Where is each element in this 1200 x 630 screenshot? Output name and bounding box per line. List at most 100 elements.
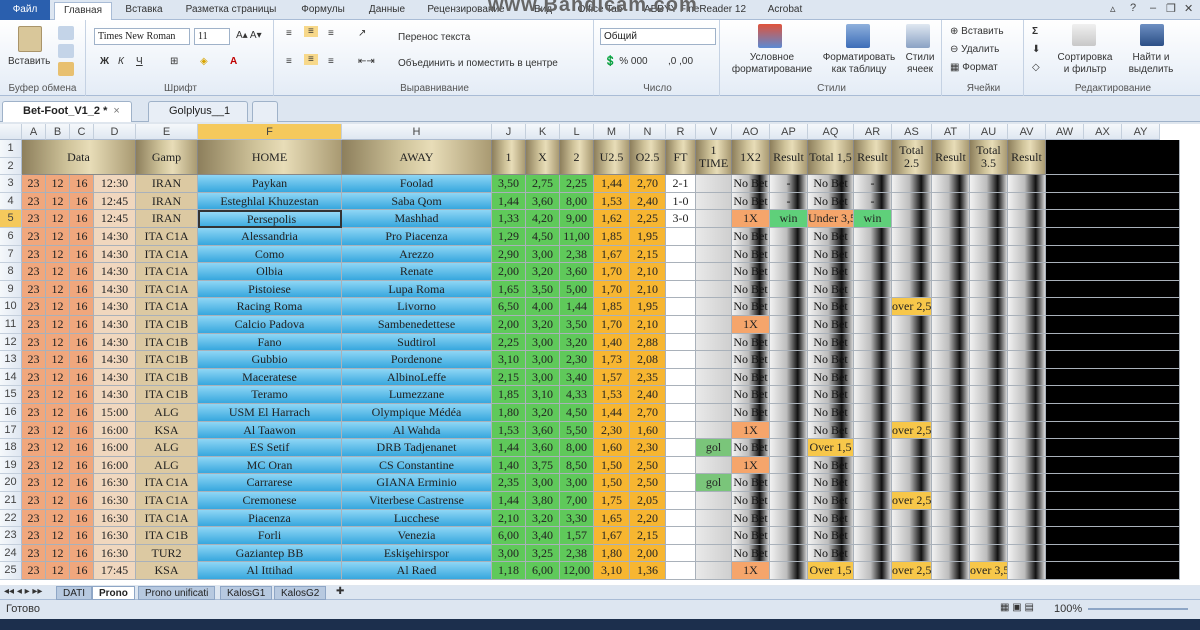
cell-total-35[interactable]: [970, 492, 1008, 510]
cell-home-team[interactable]: Persepolis: [198, 210, 342, 228]
cell-year[interactable]: 16: [70, 210, 94, 228]
cell-home-team[interactable]: Pistoiese: [198, 280, 342, 299]
cell-league[interactable]: ITA C1A: [136, 509, 198, 528]
cell-result[interactable]: [854, 368, 892, 387]
cell-month[interactable]: 12: [46, 192, 70, 211]
cell-styles-icon[interactable]: [906, 24, 930, 48]
cell-away-team[interactable]: DRB Tadjenanet: [342, 439, 492, 457]
decimal-icon[interactable]: ,0 ,00: [668, 56, 693, 67]
cell-time[interactable]: 14:30: [94, 316, 136, 334]
cell-total-15[interactable]: No Bet: [808, 368, 854, 387]
cell-over-25[interactable]: 2,70: [630, 404, 666, 422]
cell-odd-2[interactable]: 12,00: [560, 562, 594, 580]
cell-month[interactable]: 12: [46, 421, 70, 440]
cell-over-25[interactable]: 2,15: [630, 245, 666, 264]
cell-result[interactable]: [932, 474, 970, 492]
cell-total-15[interactable]: No Bet: [808, 509, 854, 528]
cell-month[interactable]: 12: [46, 492, 70, 510]
cell-total-25[interactable]: [892, 439, 932, 457]
find-select-button[interactable]: Найти и выделить: [1122, 52, 1180, 76]
cell-result[interactable]: [854, 509, 892, 528]
cell-month[interactable]: 12: [46, 527, 70, 545]
cell-total-15[interactable]: No Bet: [808, 245, 854, 264]
cell-total-35[interactable]: [970, 316, 1008, 334]
delete-cells-button[interactable]: ⊖ Удалить: [950, 44, 999, 55]
cell-result[interactable]: [1008, 368, 1046, 387]
format-table-icon[interactable]: [846, 24, 870, 48]
cell-league[interactable]: ITA C1A: [136, 245, 198, 264]
cell-result[interactable]: [932, 316, 970, 334]
cell-1x2[interactable]: No Bet: [732, 386, 770, 404]
cell-over-25[interactable]: 2,10: [630, 263, 666, 281]
cell-total-25[interactable]: [892, 474, 932, 492]
cell-home-team[interactable]: Alessandria: [198, 228, 342, 246]
cell-1x2[interactable]: No Bet: [732, 368, 770, 387]
cell-month[interactable]: 12: [46, 456, 70, 475]
cell-odd-x[interactable]: 3,50: [526, 280, 560, 299]
clear-icon[interactable]: ◇: [1032, 62, 1040, 73]
cell-time[interactable]: 16:30: [94, 527, 136, 545]
cell-result[interactable]: [932, 404, 970, 422]
cell-time[interactable]: 16:30: [94, 474, 136, 492]
cell-odd-x[interactable]: 6,00: [526, 562, 560, 580]
cell-day[interactable]: 23: [22, 192, 46, 211]
cell-total-15[interactable]: Under 3,5: [808, 210, 854, 228]
cell-1-time[interactable]: [696, 509, 732, 528]
align-top-icon[interactable]: ≡: [286, 28, 292, 39]
cell-under-25[interactable]: 1,62: [594, 210, 630, 228]
cell-day[interactable]: 23: [22, 492, 46, 510]
cell-away-team[interactable]: Renate: [342, 263, 492, 281]
cell-day[interactable]: 23: [22, 456, 46, 475]
cell-total-35[interactable]: [970, 192, 1008, 211]
cell-result[interactable]: [1008, 474, 1046, 492]
spreadsheet-grid[interactable]: A B C D E F H J K L M N R V AO AP AQ AR AS AT AU AV AW AX AY 1 2 Da…: [0, 124, 1200, 585]
cell-over-25[interactable]: 1,95: [630, 298, 666, 316]
row-header[interactable]: 23: [0, 527, 22, 545]
cell-result[interactable]: [932, 333, 970, 352]
cell-under-25[interactable]: 1,50: [594, 456, 630, 475]
tab-acrobat[interactable]: Acrobat: [760, 2, 810, 20]
cell-away-team[interactable]: Eskişehirspor: [342, 544, 492, 563]
cell-1-time[interactable]: [696, 316, 732, 334]
cell-odd-1[interactable]: 2,15: [492, 368, 526, 387]
column-header[interactable]: AW: [1046, 124, 1084, 140]
cell-odd-2[interactable]: 8,50: [560, 456, 594, 475]
cell-total-25[interactable]: [892, 456, 932, 475]
column-header[interactable]: AR: [854, 124, 892, 140]
cell-odd-x[interactable]: 3,00: [526, 351, 560, 369]
cell-ft-score[interactable]: [666, 544, 696, 563]
cell-result[interactable]: [770, 544, 808, 563]
cell-1x2[interactable]: No Bet: [732, 351, 770, 369]
cell-league[interactable]: ITA C1B: [136, 368, 198, 387]
cell-result[interactable]: [854, 333, 892, 352]
cell-result[interactable]: [854, 351, 892, 369]
cell-over-25[interactable]: 2,40: [630, 192, 666, 211]
cell-league[interactable]: KSA: [136, 562, 198, 580]
bold-icon[interactable]: Ж: [100, 56, 109, 67]
cell-odd-x[interactable]: 3,00: [526, 245, 560, 264]
cell-total-35[interactable]: [970, 298, 1008, 316]
cell-result[interactable]: [770, 474, 808, 492]
cell-away-team[interactable]: Pordenone: [342, 351, 492, 369]
cell-odd-1[interactable]: 2,35: [492, 474, 526, 492]
cell-ft-score[interactable]: [666, 245, 696, 264]
cell-odd-x[interactable]: 3,00: [526, 474, 560, 492]
cell-odd-2[interactable]: 5,00: [560, 280, 594, 299]
cell-home-team[interactable]: Racing Roma: [198, 298, 342, 316]
cell-result[interactable]: [932, 456, 970, 475]
cell-month[interactable]: 12: [46, 263, 70, 281]
cell-league[interactable]: ITA C1B: [136, 386, 198, 404]
cell-result[interactable]: [1008, 421, 1046, 440]
cell-home-team[interactable]: Cremonese: [198, 492, 342, 510]
column-header[interactable]: AQ: [808, 124, 854, 140]
cell-time[interactable]: 14:30: [94, 298, 136, 316]
cell-total-35[interactable]: [970, 386, 1008, 404]
cell-odd-x[interactable]: 3,20: [526, 404, 560, 422]
cell-odd-2[interactable]: 1,44: [560, 298, 594, 316]
cell-result[interactable]: [1008, 175, 1046, 193]
cell-result[interactable]: [932, 245, 970, 264]
cell-total-25[interactable]: [892, 351, 932, 369]
column-header[interactable]: AS: [892, 124, 932, 140]
cell-1-time[interactable]: gol: [696, 474, 732, 492]
cell-odd-2[interactable]: 11,00: [560, 228, 594, 246]
